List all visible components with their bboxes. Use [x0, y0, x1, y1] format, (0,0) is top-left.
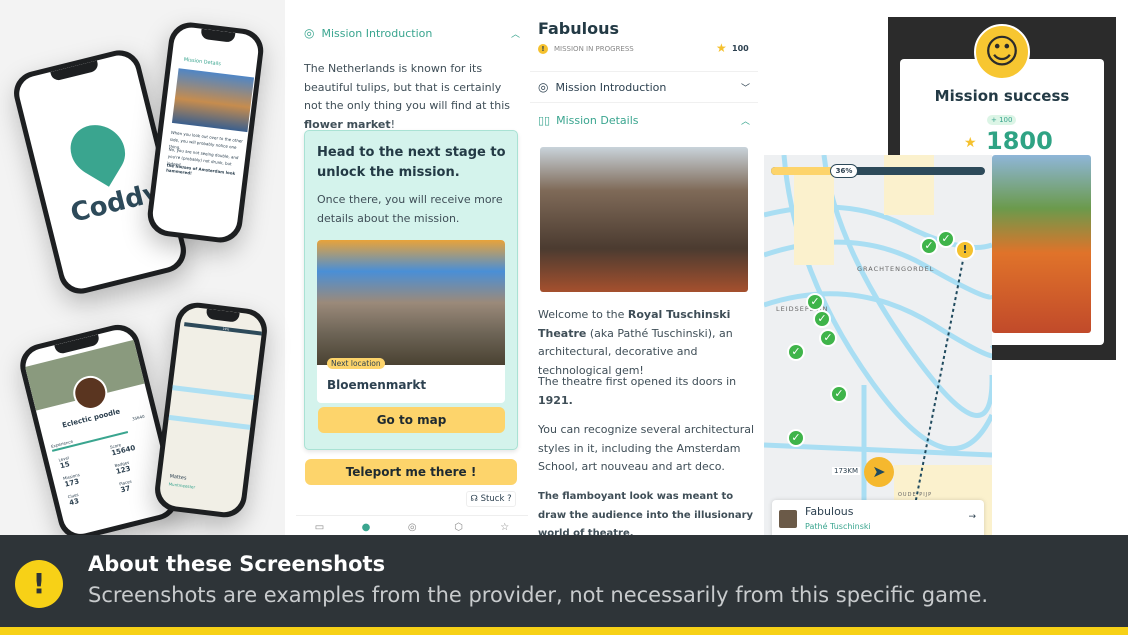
bonus-badge: + 100 — [987, 115, 1017, 125]
banner-title: About these Screenshots — [88, 552, 386, 576]
canal — [172, 385, 255, 401]
canal-image — [171, 68, 255, 133]
xp-value: 35640 — [131, 413, 146, 422]
stuck-button[interactable]: ☊ Stuck ? — [466, 491, 516, 507]
completed-marker-icon[interactable]: ✓ — [937, 230, 955, 248]
star-icon: ★ — [964, 135, 977, 151]
phone-details: Mission Details When you look out over t… — [145, 20, 266, 245]
go-to-map-button[interactable]: Go to map — [318, 407, 505, 433]
celebration-image — [992, 155, 1091, 333]
completed-marker-icon[interactable]: ✓ — [819, 329, 837, 347]
stat-clues: Clues 43 — [67, 491, 80, 508]
success-title: Mission success — [934, 87, 1070, 105]
map-label-oude-pijp: OUDE PIJP — [898, 492, 933, 498]
mission-card-sub: Pathé Tuschinski — [805, 522, 871, 531]
completed-marker-icon[interactable]: ✓ — [787, 343, 805, 361]
coddy-logo-icon — [60, 115, 135, 187]
details-header: Mission Details — [183, 56, 222, 68]
mission-points: 100 — [732, 44, 749, 53]
success-score: 1800 — [986, 127, 1053, 155]
details-p2: The theatre first opened its doors in 19… — [538, 375, 737, 407]
mission-status: MISSION IN PROGRESS — [554, 45, 634, 53]
home-icon[interactable]: ● — [362, 522, 371, 535]
cube-icon[interactable]: ⬡ — [454, 522, 463, 535]
profile-name: Eclectic poodle — [61, 407, 121, 430]
location-pin-icon: ◎ — [538, 80, 549, 94]
star-icon[interactable]: ☆ — [500, 522, 509, 535]
book-open-icon: ▯▯ — [538, 113, 551, 127]
chevron-down-icon: ﹀ — [740, 83, 750, 94]
next-stage-card: Head to the next stage to unlock the mis… — [304, 130, 518, 450]
phone-profile: Eclectic poodle 35640 Experience Level 15… — [15, 320, 183, 544]
location-name: Bloemenmarkt — [327, 378, 427, 392]
intro-text: The Netherlands is known for its beautif… — [304, 62, 510, 131]
chevron-up-icon: ︿ — [510, 29, 520, 40]
theatre-image — [540, 147, 748, 292]
banner-text: Screenshots are examples from the provid… — [88, 583, 989, 607]
bottom-nav: ▭ ● ◎ ⬡ ☆ — [296, 515, 528, 535]
intro-row-label: Mission Introduction — [555, 80, 667, 94]
completed-marker-icon[interactable]: ✓ — [813, 310, 831, 328]
map-label-grachtengordel: GRACHTENGORDEL — [857, 265, 935, 273]
map-view[interactable]: 36% GRACHTENGORDEL LEIDSEPLEIN OUDE PIJP… — [764, 155, 992, 535]
completed-marker-icon[interactable]: ✓ — [787, 429, 805, 447]
star-icon: ★ — [716, 41, 727, 55]
mission-intro-row[interactable]: ◎ Mission Introduction ﹀ — [530, 71, 758, 103]
canal — [168, 414, 251, 430]
smiley-icon: ☺ — [974, 24, 1030, 80]
exclamation-icon: ! — [15, 560, 63, 608]
stuck-label: Stuck ? — [480, 494, 512, 504]
mission-details-row[interactable]: ▯▯ Mission Details ︿ — [530, 108, 758, 132]
intro-panel: ◎ Mission Introduction ︿ The Netherlands… — [296, 0, 528, 535]
card-title: Head to the next stage to unlock the mis… — [317, 145, 506, 180]
details-p1: Welcome to the Royal Tuschinski Theatre … — [538, 308, 733, 377]
map-pin-icon[interactable]: ◎ — [408, 522, 417, 535]
details-row-label: Mission Details — [556, 113, 639, 127]
intro-header-label: Mission Introduction — [321, 26, 433, 40]
completed-marker-icon[interactable]: ✓ — [920, 237, 938, 255]
location-pin-icon: ◎ — [304, 26, 315, 40]
intro-header[interactable]: ◎ Mission Introduction ︿ — [304, 24, 520, 42]
details-p3: You can recognize several architectural … — [538, 423, 755, 473]
distance-label: 173KM — [832, 467, 860, 475]
teleport-button[interactable]: Teleport me there ! — [305, 459, 517, 485]
chevron-up-icon: ︿ — [740, 116, 750, 127]
details-panel: Fabulous ! MISSION IN PROGRESS ★ 100 ◎ M… — [530, 0, 760, 539]
banner-accent-strip — [0, 627, 1128, 635]
next-location-badge: Next location — [327, 358, 385, 369]
headset-icon: ☊ — [470, 494, 478, 504]
promo-phones: Coddy Mission Details When you look out … — [0, 0, 285, 544]
flower-market-image — [317, 240, 505, 365]
mission-card-title: Fabulous — [805, 505, 854, 518]
current-mission-marker-icon[interactable]: ! — [955, 240, 975, 260]
completed-marker-icon[interactable]: ✓ — [806, 293, 824, 311]
map-progress-mini: 19% — [184, 322, 264, 337]
map-place-sub: Muntmeester — [168, 481, 196, 490]
mission-card[interactable]: Fabulous Pathé Tuschinski → — [772, 500, 984, 535]
location-card[interactable]: Next location Bloemenmarkt — [317, 240, 505, 403]
mission-title: Fabulous — [538, 19, 620, 38]
map-place: Mattes — [169, 473, 187, 482]
warning-icon: ! — [538, 44, 548, 54]
book-icon[interactable]: ▭ — [315, 522, 324, 535]
completed-marker-icon[interactable]: ✓ — [830, 385, 848, 403]
navigation-arrow-icon[interactable]: ➤ — [864, 457, 894, 487]
phone-map: 19% Mattes Muntmeester — [152, 300, 270, 520]
card-sub: Once there, you will receive more detail… — [317, 193, 503, 225]
mission-thumbnail — [779, 510, 797, 528]
progress-label: 36% — [830, 164, 858, 178]
progress-bar — [771, 167, 985, 175]
info-banner: ! About these Screenshots Screenshots ar… — [0, 535, 1128, 635]
arrow-right-icon: → — [968, 512, 976, 522]
